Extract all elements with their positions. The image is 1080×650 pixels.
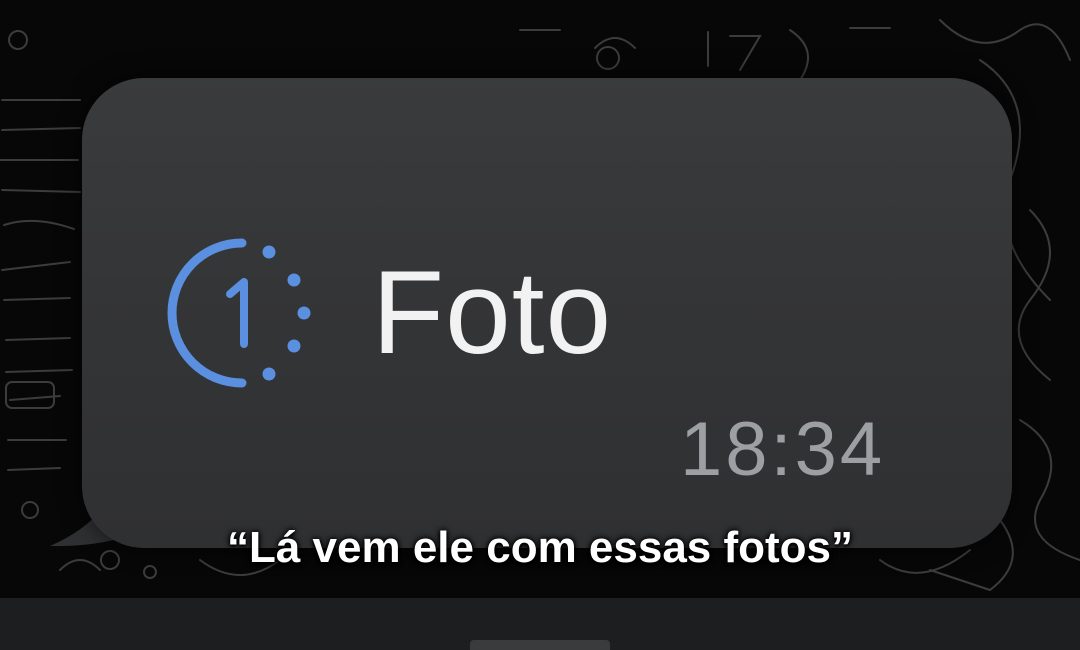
view-once-icon xyxy=(167,238,311,388)
bottom-bar-handle xyxy=(470,640,610,650)
video-caption: “Lá vem ele com essas fotos” xyxy=(226,523,854,572)
message-timestamp: 18:34 xyxy=(680,407,886,492)
message-text: Foto xyxy=(372,247,613,379)
